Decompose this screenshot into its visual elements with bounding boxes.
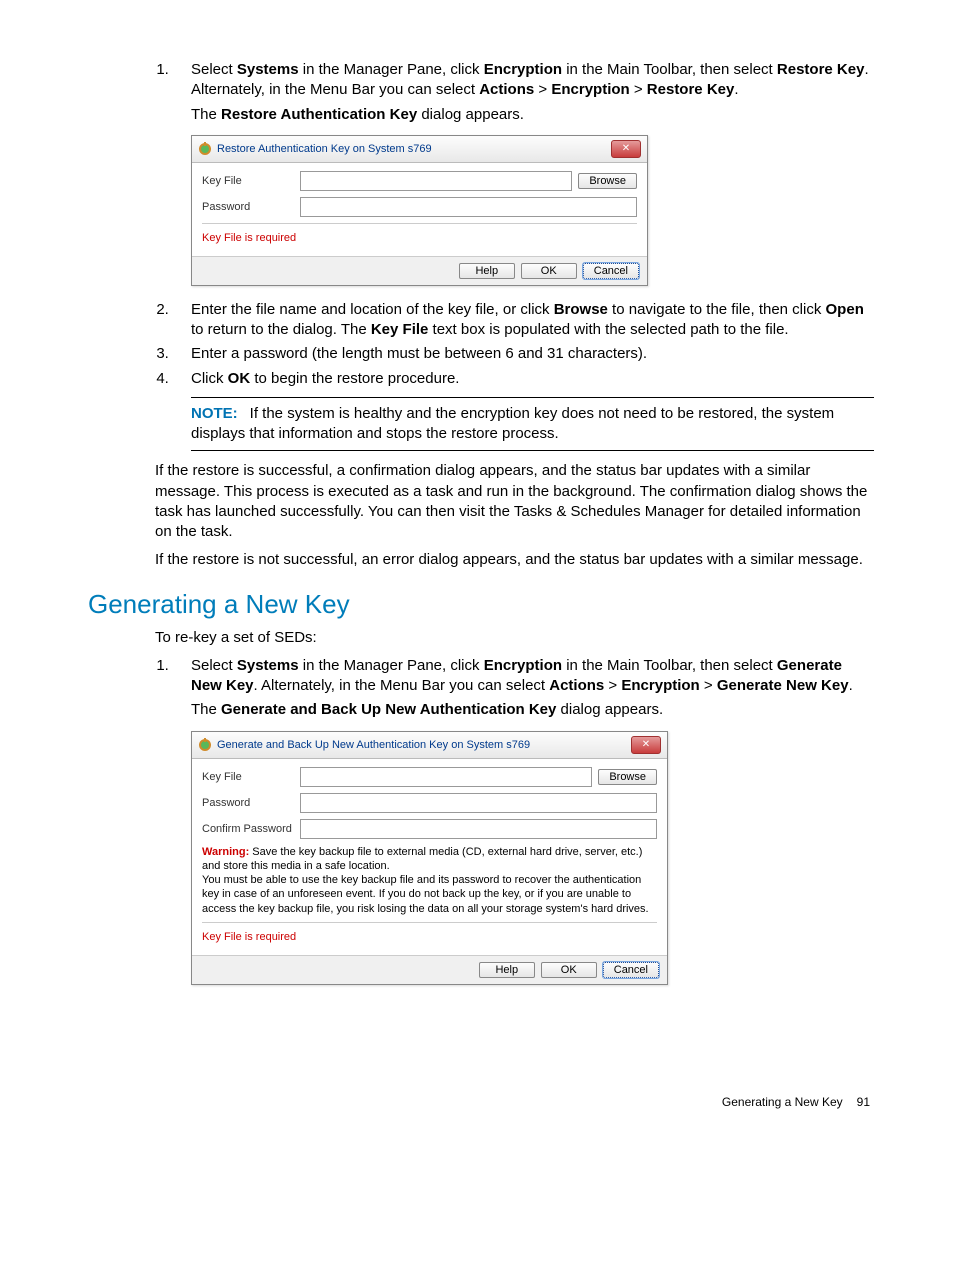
close-icon: ✕ xyxy=(622,144,630,154)
generate-key-dialog: Generate and Back Up New Authentication … xyxy=(191,731,668,985)
bold: Actions xyxy=(479,81,534,98)
key-file-label: Key File xyxy=(202,175,294,187)
warning-text: Save the key backup file to external med… xyxy=(202,846,642,872)
bold: Restore Key xyxy=(647,81,735,98)
dialog-title-text: Restore Authentication Key on System s76… xyxy=(217,143,432,155)
warning-text: You must be able to use the key backup f… xyxy=(202,873,657,916)
bold: Systems xyxy=(237,657,299,674)
browse-button[interactable]: Browse xyxy=(578,173,637,189)
text: text box is populated with the selected … xyxy=(428,321,788,338)
help-button[interactable]: Help xyxy=(459,263,515,279)
bold: Open xyxy=(826,301,864,318)
confirm-password-input[interactable] xyxy=(300,819,657,839)
bold: Restore Authentication Key xyxy=(221,106,417,123)
ok-button[interactable]: OK xyxy=(541,962,597,978)
close-button[interactable]: ✕ xyxy=(611,140,641,158)
dialog-titlebar: Restore Authentication Key on System s76… xyxy=(192,136,647,163)
bold: Actions xyxy=(549,677,604,694)
password-input[interactable] xyxy=(300,197,637,217)
text: > xyxy=(604,677,621,694)
text: to begin the restore procedure. xyxy=(250,370,459,387)
restore-auth-key-dialog: Restore Authentication Key on System s76… xyxy=(191,135,648,286)
validation-message: Key File is required xyxy=(202,922,657,949)
cancel-button[interactable]: Cancel xyxy=(603,962,659,978)
bold: Key File xyxy=(371,321,429,338)
bold: Restore Key xyxy=(777,61,865,78)
confirm-password-label: Confirm Password xyxy=(202,823,294,835)
text: in the Manager Pane, click xyxy=(299,61,484,78)
text: . xyxy=(734,81,738,98)
page-number: 91 xyxy=(857,1095,870,1109)
bold: Encryption xyxy=(484,61,562,78)
text: in the Main Toolbar, then select xyxy=(562,657,777,674)
gen-step-1: Select Systems in the Manager Pane, clic… xyxy=(173,656,874,721)
key-file-input[interactable] xyxy=(300,767,592,787)
warning-label: Warning: xyxy=(202,846,249,858)
step-2: Enter the file name and location of the … xyxy=(173,300,874,341)
step-3: Enter a password (the length must be bet… xyxy=(173,344,874,364)
password-input[interactable] xyxy=(300,793,657,813)
text: in the Main Toolbar, then select xyxy=(562,61,777,78)
ok-button[interactable]: OK xyxy=(521,263,577,279)
text: . Alternately, in the Menu Bar you can s… xyxy=(254,677,550,694)
cancel-button[interactable]: Cancel xyxy=(583,263,639,279)
text: . xyxy=(849,677,853,694)
text: Select xyxy=(191,61,237,78)
bold: Encryption xyxy=(551,81,629,98)
page-footer: Generating a New Key 91 xyxy=(88,1095,874,1109)
warning-block: Warning: Save the key backup file to ext… xyxy=(202,845,657,916)
text: dialog appears. xyxy=(417,106,524,123)
help-button[interactable]: Help xyxy=(479,962,535,978)
bold: Browse xyxy=(554,301,608,318)
validation-message: Key File is required xyxy=(202,223,637,250)
close-icon: ✕ xyxy=(642,740,650,750)
paragraph: If the restore is successful, a confirma… xyxy=(155,461,874,542)
dialog-title-text: Generate and Back Up New Authentication … xyxy=(217,739,530,751)
text: The xyxy=(191,701,221,718)
bold: Generate and Back Up New Authentication … xyxy=(221,701,556,718)
step-1: Select Systems in the Manager Pane, clic… xyxy=(173,60,874,125)
bold: Encryption xyxy=(484,657,562,674)
password-label: Password xyxy=(202,797,294,809)
bold: OK xyxy=(228,370,251,387)
text: to return to the dialog. The xyxy=(191,321,371,338)
key-file-label: Key File xyxy=(202,771,294,783)
browse-button[interactable]: Browse xyxy=(598,769,657,785)
section-heading: Generating a New Key xyxy=(88,589,874,620)
password-label: Password xyxy=(202,201,294,213)
bold: Generate New Key xyxy=(717,677,849,694)
step-4: Click OK to begin the restore procedure. xyxy=(173,369,874,389)
text: > xyxy=(700,677,717,694)
bold: Encryption xyxy=(621,677,699,694)
note-box: NOTE:If the system is healthy and the en… xyxy=(191,397,874,452)
text: The xyxy=(191,106,221,123)
paragraph: If the restore is not successful, an err… xyxy=(155,550,874,570)
note-text: If the system is healthy and the encrypt… xyxy=(191,405,834,442)
close-button[interactable]: ✕ xyxy=(631,736,661,754)
text: to navigate to the file, then click xyxy=(608,301,826,318)
note-label: NOTE: xyxy=(191,405,238,422)
text: dialog appears. xyxy=(556,701,663,718)
bold: Systems xyxy=(237,61,299,78)
app-icon xyxy=(198,142,212,156)
text: Enter the file name and location of the … xyxy=(191,301,554,318)
text: in the Manager Pane, click xyxy=(299,657,484,674)
footer-text: Generating a New Key xyxy=(722,1095,843,1109)
dialog-titlebar: Generate and Back Up New Authentication … xyxy=(192,732,667,759)
key-file-input[interactable] xyxy=(300,171,572,191)
app-icon xyxy=(198,738,212,752)
text: > xyxy=(534,81,551,98)
section-intro: To re-key a set of SEDs: xyxy=(155,628,874,648)
text: Select xyxy=(191,657,237,674)
text: Click xyxy=(191,370,228,387)
text: > xyxy=(630,81,647,98)
